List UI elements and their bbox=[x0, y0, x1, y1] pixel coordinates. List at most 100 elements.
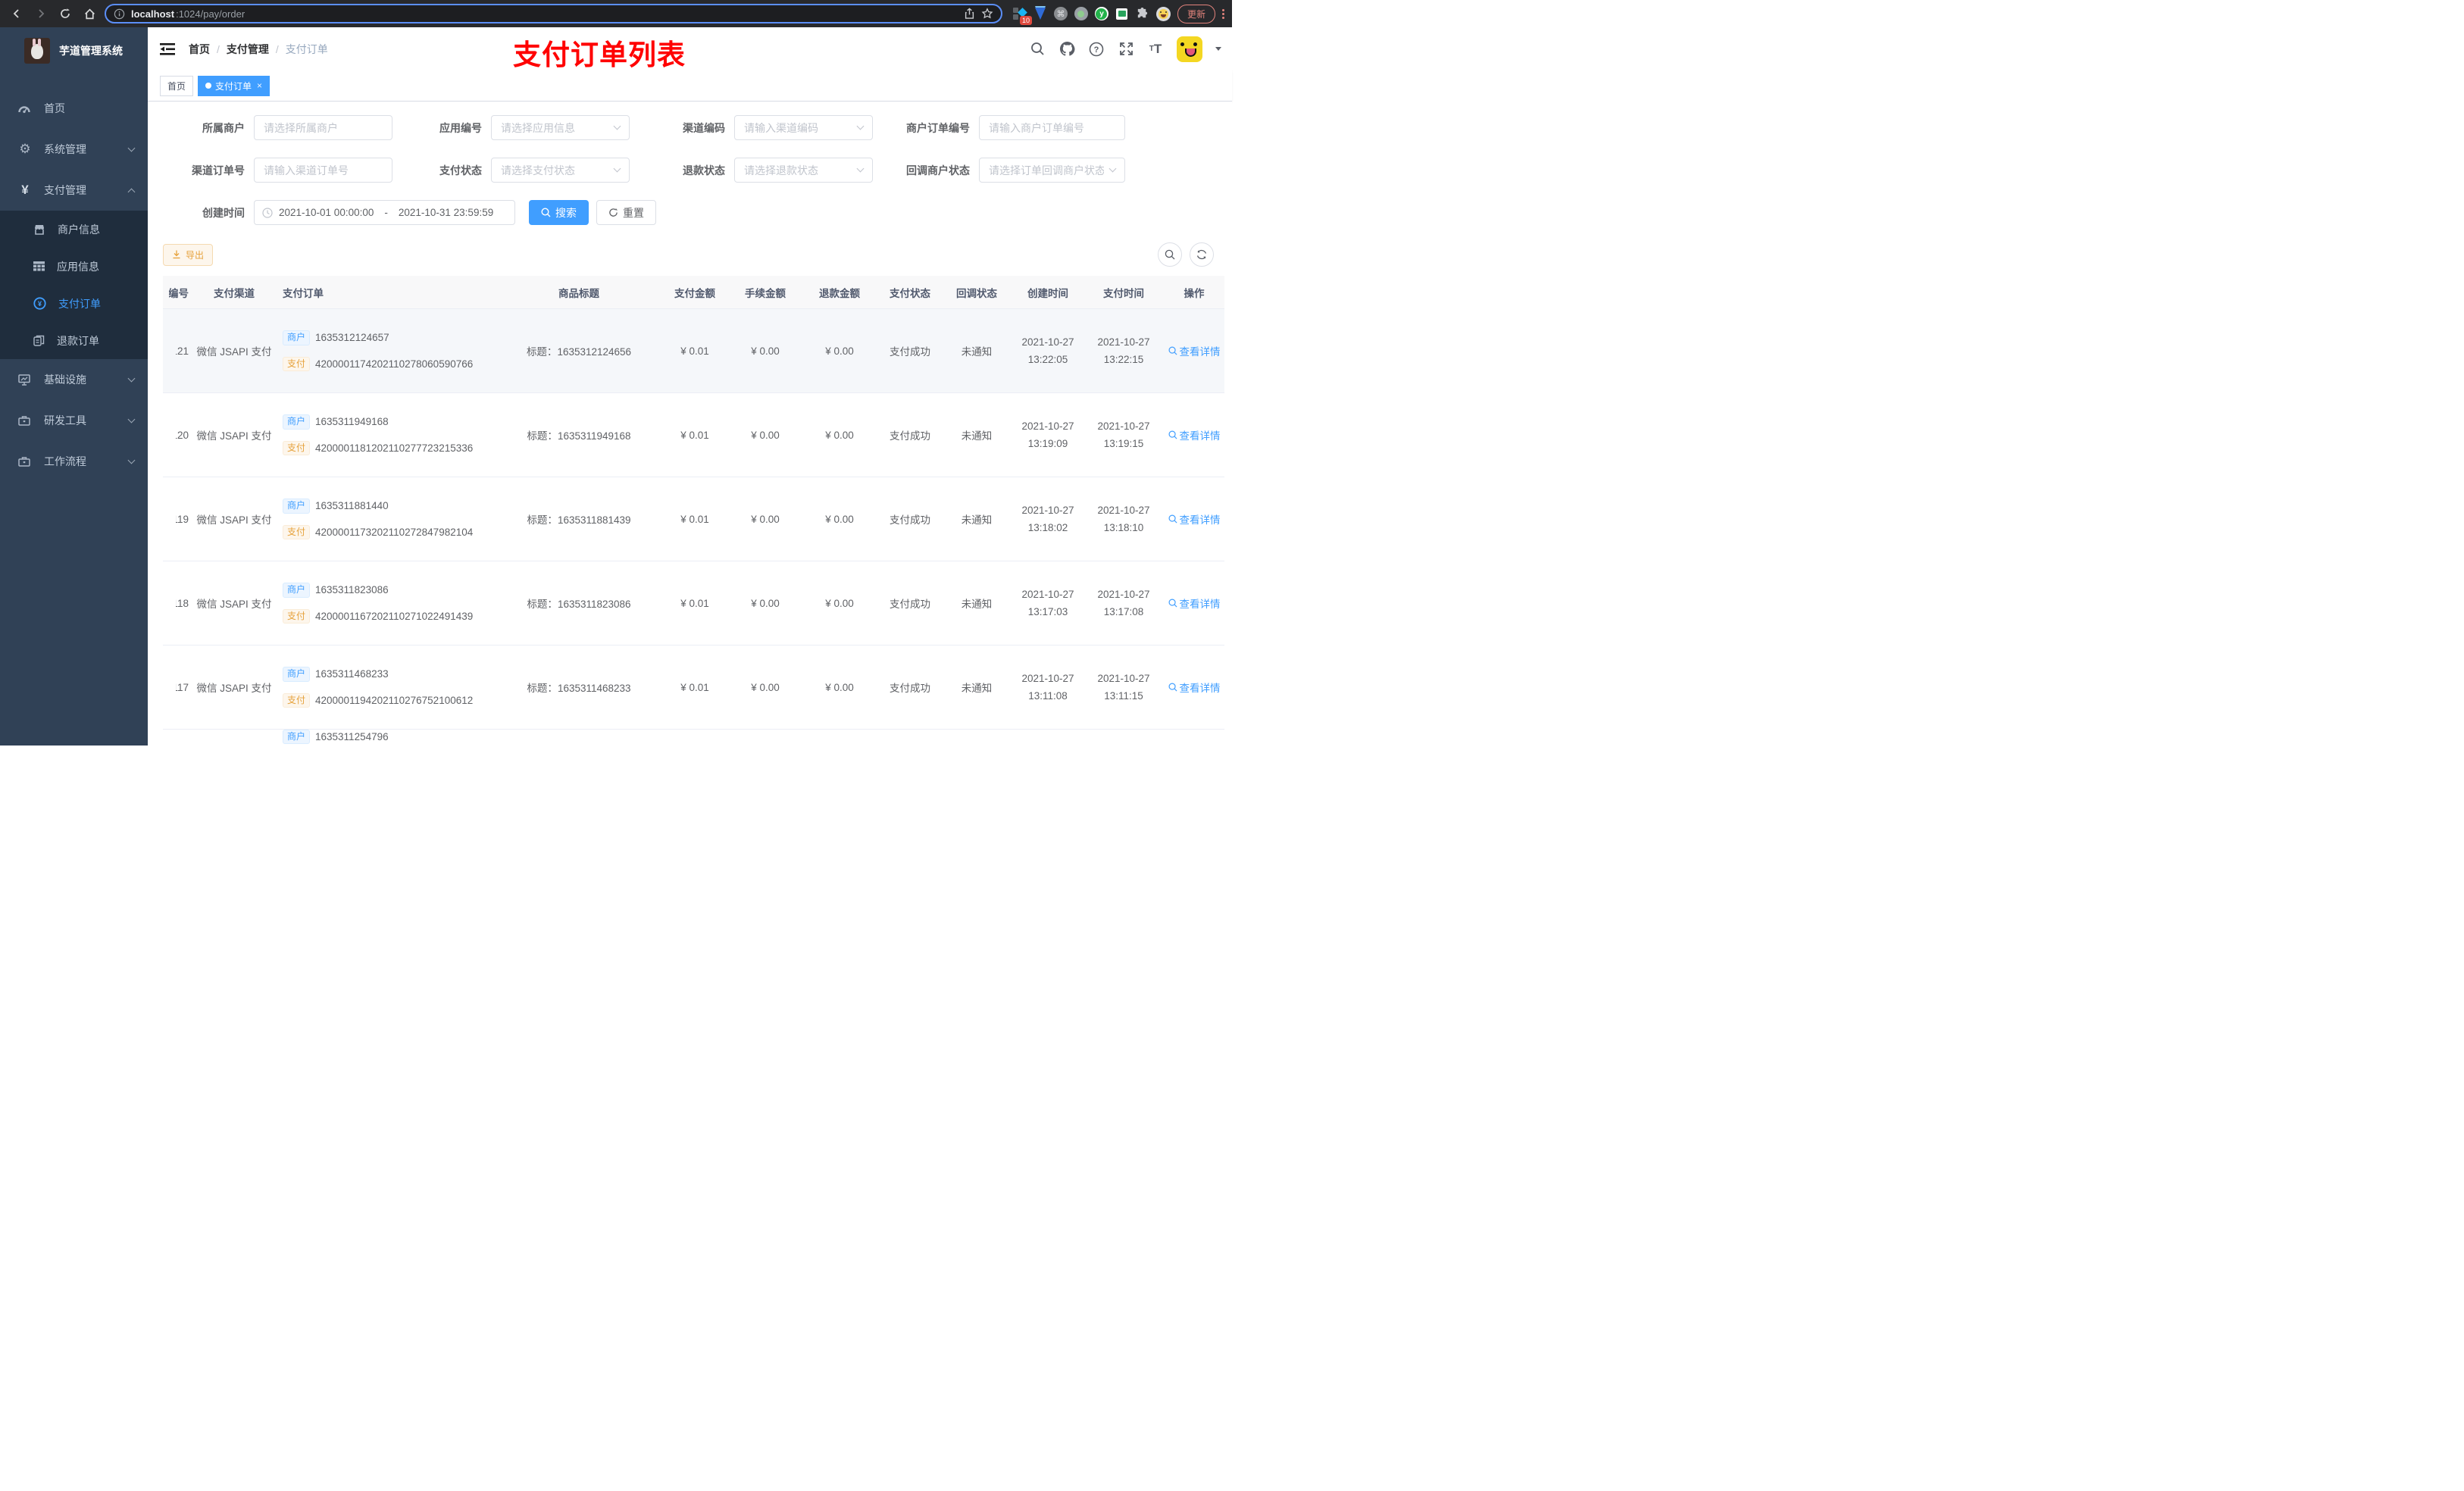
font-size-icon[interactable]: TT bbox=[1147, 41, 1164, 58]
breadcrumb-group: 支付管理 bbox=[226, 42, 269, 55]
filter-channel-code: 渠道编码 请输入渠道编码 bbox=[630, 115, 873, 140]
cell-pay-order: 商户 1635311254796 支付 bbox=[280, 730, 496, 746]
merchant-tag: 商户 bbox=[283, 330, 311, 345]
pay-status-select[interactable]: 请选择支付状态 bbox=[491, 158, 630, 183]
sidebar-item-merchant-info[interactable]: 商户信息 bbox=[0, 211, 148, 248]
back-icon[interactable] bbox=[8, 5, 26, 23]
cell-refund: ¥ 0.00 bbox=[825, 345, 854, 357]
breadcrumb: 首页 / 支付管理 / 支付订单 bbox=[189, 42, 328, 57]
cell-amount: ¥ 0.01 bbox=[680, 597, 709, 609]
forward-icon[interactable] bbox=[32, 5, 50, 23]
sidebar-item-dev-tools[interactable]: 研发工具 bbox=[0, 400, 148, 441]
cell-create-time: 2021-10-27 13:22:05 bbox=[1021, 336, 1074, 365]
app-select[interactable]: 请选择应用信息 bbox=[491, 115, 630, 140]
view-detail-link[interactable]: 查看详情 bbox=[1168, 680, 1221, 695]
sidebar-item-payment[interactable]: ¥ 支付管理 bbox=[0, 170, 148, 211]
cell-refund: ¥ 0.00 bbox=[825, 513, 854, 525]
dashboard-icon bbox=[18, 103, 32, 114]
merchant-order-no: 1635311949168 bbox=[315, 416, 389, 428]
extension-record-icon[interactable] bbox=[1074, 7, 1088, 20]
cell-pay-time: 2021-10-27 13:19:15 bbox=[1097, 420, 1150, 449]
fullscreen-icon[interactable] bbox=[1118, 41, 1134, 58]
search-icon bbox=[541, 208, 551, 217]
view-detail-link[interactable]: 查看详情 bbox=[1168, 343, 1221, 358]
filter-channel-order-no: 渠道订单号 请输入渠道订单号 bbox=[163, 158, 392, 183]
cell-action: 查看详情 bbox=[1162, 427, 1227, 442]
channel-order-no-input[interactable]: 请输入渠道订单号 bbox=[254, 158, 392, 183]
sidebar-item-infrastructure[interactable]: 基础设施 bbox=[0, 359, 148, 400]
create-time-range-picker[interactable]: 2021-10-01 00:00:00 - 2021-10-31 23:59:5… bbox=[254, 200, 515, 225]
share-icon[interactable] bbox=[964, 8, 975, 20]
sidebar-item-system[interactable]: ⚙ 系统管理 bbox=[0, 129, 148, 170]
view-detail-link[interactable]: 查看详情 bbox=[1168, 427, 1221, 442]
merchant-order-no-input[interactable]: 请输入商户订单编号 bbox=[979, 115, 1125, 140]
user-avatar[interactable] bbox=[1177, 36, 1202, 62]
tab-pay-order[interactable]: 支付订单 × bbox=[198, 75, 270, 96]
search-button[interactable]: 搜索 bbox=[529, 200, 589, 225]
sidebar-item-pay-order[interactable]: ¥ 支付订单 bbox=[0, 285, 148, 322]
breadcrumb-home[interactable]: 首页 bbox=[189, 42, 210, 57]
avatar-caret-icon[interactable] bbox=[1215, 47, 1221, 51]
chevron-down-icon bbox=[613, 122, 621, 130]
pay-order-no: 4200001181202110277723215336 bbox=[315, 442, 474, 454]
sidebar-fold-icon[interactable] bbox=[160, 41, 177, 58]
help-icon[interactable]: ? bbox=[1088, 41, 1105, 58]
cell-channel: 微信 JSAPI 支付 bbox=[196, 683, 272, 694]
pay-tag: 支付 bbox=[283, 608, 311, 624]
merchant-input[interactable]: 请选择所属商户 bbox=[254, 115, 392, 140]
table-header-row: 编号 支付渠道 支付订单 商品标题 支付金额 手续金额 退款金额 支付状态 回调… bbox=[163, 276, 1224, 309]
extension-chat-icon[interactable] bbox=[1115, 7, 1129, 20]
cell-pay-status: 支付成功 bbox=[890, 346, 930, 358]
extension-kite-icon[interactable] bbox=[1033, 7, 1047, 20]
site-info-icon[interactable] bbox=[114, 8, 125, 20]
refund-status-select[interactable]: 请选择退款状态 bbox=[734, 158, 873, 183]
export-button[interactable]: 导出 bbox=[163, 243, 214, 266]
chevron-down-icon bbox=[127, 374, 136, 382]
view-detail-link[interactable]: 查看详情 bbox=[1168, 511, 1221, 527]
extension-blocks-icon[interactable]: 10 bbox=[1012, 7, 1032, 25]
tab-home[interactable]: 首页 bbox=[160, 75, 194, 96]
header-search-icon[interactable] bbox=[1029, 41, 1046, 58]
extensions-puzzle-icon[interactable] bbox=[1136, 7, 1149, 20]
reload-icon[interactable] bbox=[56, 5, 74, 23]
cell-pay-status: 支付成功 bbox=[890, 430, 930, 442]
bookmark-star-icon[interactable] bbox=[981, 8, 993, 20]
cell-pay-time: 2021-10-27 13:17:08 bbox=[1097, 589, 1150, 617]
home-icon[interactable] bbox=[80, 5, 98, 23]
channel-code-select[interactable]: 请输入渠道编码 bbox=[734, 115, 873, 140]
cell-pay-status: 支付成功 bbox=[890, 514, 930, 526]
breadcrumb-current: 支付订单 bbox=[285, 42, 328, 55]
sidebar-item-refund-order[interactable]: 退款订单 bbox=[0, 322, 148, 359]
browser-menu-icon[interactable] bbox=[1222, 8, 1224, 19]
extension-y-icon[interactable]: y bbox=[1094, 7, 1108, 20]
cell-action: 查看详情 bbox=[1162, 511, 1227, 527]
address-bar[interactable]: localhost :1024/pay/order bbox=[105, 4, 1002, 23]
notify-status-select[interactable]: 请选择订单回调商户状态 bbox=[979, 158, 1125, 183]
page-title-annotation: 支付订单列表 bbox=[513, 39, 686, 70]
profile-avatar-icon[interactable] bbox=[1155, 6, 1171, 21]
github-icon[interactable] bbox=[1058, 41, 1075, 58]
cell-fee: ¥ 0.00 bbox=[751, 513, 780, 525]
cell-amount: ¥ 0.01 bbox=[680, 345, 709, 357]
toggle-search-button[interactable] bbox=[1158, 242, 1182, 267]
sidebar-item-home[interactable]: 首页 bbox=[0, 88, 148, 129]
chrome-update-button[interactable]: 更新 bbox=[1177, 4, 1215, 23]
sidebar-item-app-info[interactable]: 应用信息 bbox=[0, 248, 148, 285]
cell-refund: ¥ 0.00 bbox=[825, 597, 854, 609]
reset-button[interactable]: 重置 bbox=[596, 200, 656, 225]
logo[interactable]: 芋道管理系统 bbox=[0, 27, 148, 74]
view-detail-link[interactable]: 查看详情 bbox=[1168, 595, 1221, 611]
refresh-table-button[interactable] bbox=[1190, 242, 1214, 267]
payment-submenu: 商户信息 应用信息 ¥ 支付订单 退款订单 bbox=[0, 211, 148, 359]
grid-icon bbox=[33, 261, 45, 271]
tab-close-icon[interactable]: × bbox=[257, 80, 262, 91]
extension-command-icon[interactable]: ⌘ bbox=[1053, 7, 1068, 20]
cell-channel: 微信 JSAPI 支付 bbox=[196, 599, 272, 610]
svg-text:¥: ¥ bbox=[38, 300, 42, 308]
table-row: 120 微信 JSAPI 支付 商户 1635311949168 支付 4200… bbox=[163, 393, 1224, 477]
sidebar-item-workflow[interactable]: 工作流程 bbox=[0, 441, 148, 482]
cell-channel: 微信 JSAPI 支付 bbox=[196, 430, 272, 442]
search-icon bbox=[1168, 683, 1177, 692]
table-row: 121 微信 JSAPI 支付 商户 1635312124657 支付 4200… bbox=[163, 309, 1224, 393]
cell-create-time: 2021-10-27 13:11:08 bbox=[1021, 673, 1074, 702]
